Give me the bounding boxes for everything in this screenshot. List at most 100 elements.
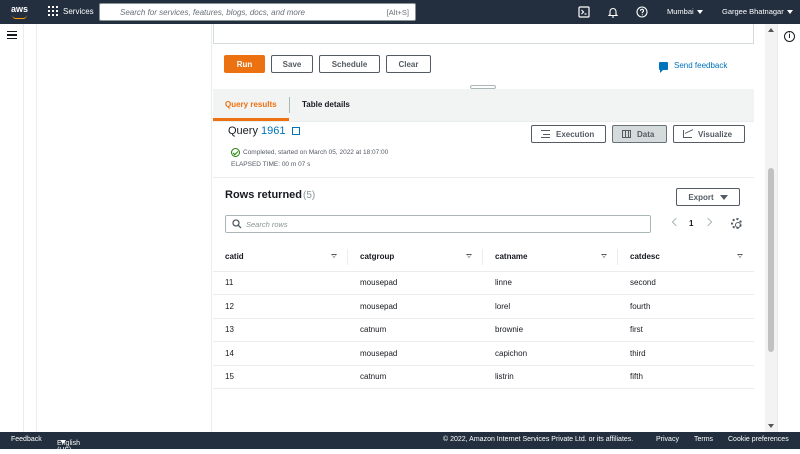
table-icon <box>622 130 631 138</box>
send-feedback-link[interactable]: Send feedback <box>659 61 727 73</box>
table-row[interactable]: 14 mousepad capichon third <box>213 341 754 366</box>
column-header-catgroup[interactable]: catgroup <box>348 242 483 272</box>
global-search-input[interactable] <box>120 6 370 18</box>
tab-divider <box>289 97 290 113</box>
cookie-preferences-link[interactable]: Cookie preferences <box>728 436 789 443</box>
caret-down-icon <box>719 194 728 200</box>
results-panel: Query results Table details Query 1961 C… <box>213 89 754 432</box>
results-tabs: Query results Table details <box>213 89 754 122</box>
sort-icon[interactable] <box>601 254 607 258</box>
visualize-label: Visualize <box>698 129 733 139</box>
vertical-scrollbar[interactable] <box>765 24 777 432</box>
schedule-button[interactable]: Schedule <box>319 55 380 73</box>
gear-icon[interactable] <box>731 218 742 229</box>
sort-icon[interactable] <box>737 254 743 258</box>
tab-table-details[interactable]: Table details <box>302 100 350 109</box>
row-search[interactable] <box>225 215 651 233</box>
column-label: catname <box>495 251 528 261</box>
column-label: catdesc <box>630 251 660 261</box>
elapsed-time: ELAPSED TIME: 00 m 07 s <box>231 161 311 168</box>
services-label: Services <box>63 6 94 16</box>
table-cell: catnum <box>348 318 483 342</box>
table-cell: 13 <box>213 318 348 342</box>
table-cell: mousepad <box>348 341 483 366</box>
data-label: Data <box>637 129 655 139</box>
query-status: Completed, started on March 05, 2022 at … <box>231 148 388 157</box>
bell-icon[interactable] <box>607 6 619 18</box>
table-cell: 11 <box>213 271 348 295</box>
hamburger-menu-icon[interactable] <box>7 31 17 39</box>
execution-icon <box>541 130 550 138</box>
table-header-row: catid catgroup catname catdesc <box>213 242 754 272</box>
user-label: Gargee Bhatnagar <box>722 7 784 16</box>
column-header-catdesc[interactable]: catdesc <box>618 242 754 272</box>
chevron-right-icon[interactable] <box>703 217 713 227</box>
table-cell: second <box>618 271 754 295</box>
table-cell: fifth <box>618 365 754 389</box>
scrollbar-thumb[interactable] <box>768 168 774 352</box>
privacy-link[interactable]: Privacy <box>656 436 679 443</box>
run-button[interactable]: Run <box>224 55 265 73</box>
help-icon[interactable] <box>636 6 648 18</box>
export-button[interactable]: Export <box>676 188 740 206</box>
feedback-icon <box>659 61 668 73</box>
aws-logo[interactable]: aws <box>11 5 31 19</box>
query-editor[interactable] <box>213 24 754 44</box>
sort-icon[interactable] <box>331 254 337 258</box>
query-id-link[interactable]: 1961 <box>261 125 285 137</box>
caret-down-icon <box>60 440 66 444</box>
chevron-left-icon[interactable] <box>671 217 681 227</box>
table-cell: capichon <box>483 341 618 366</box>
region-label: Mumbai <box>667 7 694 16</box>
chevron-down-icon <box>696 10 703 15</box>
table-cell: 12 <box>213 294 348 319</box>
section-divider <box>213 177 754 178</box>
copyright-text: © 2022, Amazon Internet Services Private… <box>443 436 634 443</box>
page-number[interactable]: 1 <box>689 219 693 228</box>
row-search-input[interactable] <box>246 219 636 230</box>
column-label: catgroup <box>360 251 395 261</box>
table-row[interactable]: 13 catnum brownie first <box>213 318 754 342</box>
chevron-down-icon <box>786 10 793 15</box>
scroll-up-icon[interactable] <box>768 28 774 32</box>
services-menu[interactable]: Services <box>48 6 94 16</box>
active-tab-indicator <box>213 118 289 121</box>
footer-feedback-link[interactable]: Feedback <box>11 436 42 443</box>
status-text: Completed, started on March 05, 2022 at … <box>243 149 389 156</box>
table-cell: fourth <box>618 294 754 319</box>
user-menu[interactable]: Gargee Bhatnagar <box>722 7 793 16</box>
search-shortcut: [Alt+S] <box>386 8 409 17</box>
terms-link[interactable]: Terms <box>694 436 713 443</box>
scroll-down-icon[interactable] <box>768 424 774 428</box>
table-row[interactable]: 12 mousepad lorel fourth <box>213 294 754 319</box>
info-icon[interactable]: i <box>784 31 795 42</box>
save-button[interactable]: Save <box>271 55 313 73</box>
table-cell: mousepad <box>348 294 483 319</box>
table-row[interactable]: 15 catnum listrin fifth <box>213 365 754 389</box>
table-cell: first <box>618 318 754 342</box>
table-cell: mousepad <box>348 271 483 295</box>
export-label: Export <box>688 192 714 202</box>
global-search[interactable]: [Alt+S] <box>99 3 416 21</box>
table-row[interactable]: 11 mousepad linne second <box>213 271 754 295</box>
column-header-catname[interactable]: catname <box>483 242 618 272</box>
execution-button[interactable]: Execution <box>531 125 606 143</box>
external-link-icon[interactable] <box>291 127 300 136</box>
check-circle-icon <box>231 148 240 157</box>
column-label: catid <box>225 251 244 261</box>
clear-button[interactable]: Clear <box>386 55 431 73</box>
rows-returned-title: Rows returned <box>225 189 303 201</box>
sort-icon[interactable] <box>466 254 472 258</box>
table-cell: 15 <box>213 365 348 389</box>
visualize-button[interactable]: Visualize <box>673 125 745 143</box>
region-selector[interactable]: Mumbai <box>667 7 703 16</box>
table-cell: brownie <box>483 318 618 342</box>
grid-icon <box>48 6 58 16</box>
tab-query-results[interactable]: Query results <box>225 100 277 109</box>
search-icon <box>232 219 242 229</box>
table-cell: catnum <box>348 365 483 389</box>
cloudshell-icon[interactable] <box>578 6 590 18</box>
data-button[interactable]: Data <box>612 125 667 143</box>
table-cell: listrin <box>483 365 618 389</box>
column-header-catid[interactable]: catid <box>213 242 348 272</box>
